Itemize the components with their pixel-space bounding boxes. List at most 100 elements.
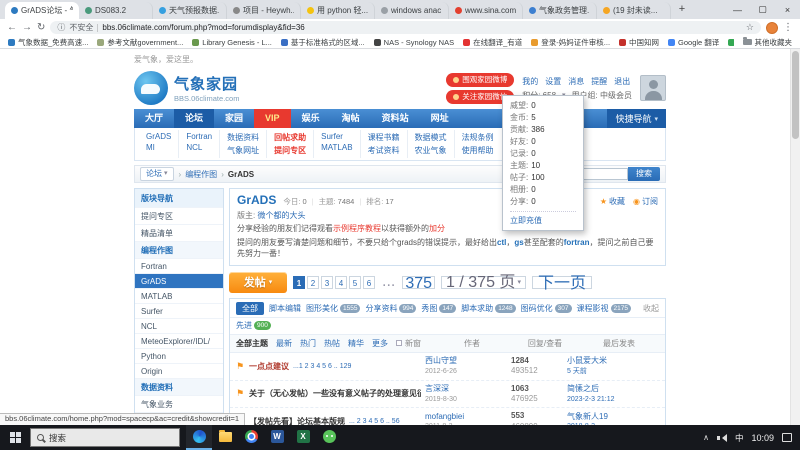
thread-author[interactable]: mofangbiei — [425, 412, 511, 422]
forward-icon[interactable]: → — [22, 23, 32, 33]
nav-item[interactable]: 大厅 — [134, 109, 174, 128]
minimize-button[interactable]: — — [725, 0, 750, 19]
column-header-lastpost[interactable]: 最后发表 — [573, 338, 665, 349]
subnav-link[interactable]: 提问专区 — [274, 145, 306, 156]
type-tab[interactable]: 脚本求助 1248 — [461, 303, 515, 314]
breadcrumb-link[interactable]: GrADS — [228, 170, 254, 179]
sidebar-item[interactable]: GrADS — [135, 274, 223, 289]
user-menu-link[interactable]: 我的 — [522, 76, 538, 87]
type-tab[interactable]: 秀图 147 — [421, 303, 456, 314]
nav-item[interactable]: 网址 — [420, 109, 460, 128]
site-logo[interactable] — [134, 71, 168, 105]
sidebar-item[interactable]: MeteoExplorer/IDL/ — [135, 334, 223, 349]
subnav-link[interactable]: Fortran — [186, 132, 212, 141]
bookmark-item[interactable]: Google卫星地图-谷... — [728, 37, 733, 48]
browser-tab[interactable]: 用 python 轻... — [301, 2, 375, 19]
subnav-link[interactable]: MATLAB — [321, 143, 352, 152]
quick-nav-button[interactable]: 快捷导航 ▾ — [607, 109, 666, 128]
thread-title[interactable]: 【发帖先看】论坛基本版规 — [249, 416, 345, 425]
bookmark-item[interactable]: 中国知网 — [619, 37, 659, 48]
page-number[interactable]: 4 — [335, 276, 347, 289]
last-post-time[interactable]: 2023-2-3 21:12 — [567, 395, 659, 404]
sidebar-item[interactable]: MATLAB — [135, 289, 223, 304]
subnav-link[interactable]: 考试资料 — [368, 145, 400, 156]
refresh-icon[interactable]: ↻ — [37, 23, 45, 33]
browser-menu-icon[interactable]: ⋮ — [783, 23, 793, 33]
bookmark-item[interactable]: NAS - Synology NAS — [374, 38, 454, 47]
taskbar-app-chrome[interactable] — [238, 425, 264, 450]
page-scrollbar[interactable] — [790, 49, 800, 425]
filter-link[interactable]: 最新 — [276, 338, 292, 349]
taskbar-clock[interactable]: 10:09 — [751, 433, 774, 443]
taskbar-app-explorer[interactable] — [212, 425, 238, 450]
nav-item[interactable]: 家园 — [214, 109, 254, 128]
bookmark-item[interactable]: Library Genesis - L... — [192, 38, 272, 47]
page-jump-box[interactable]: 1 / 375 页 ▾ — [441, 276, 526, 289]
nav-item[interactable]: 娱乐 — [291, 109, 331, 128]
maximize-button[interactable]: ▢ — [750, 0, 775, 19]
search-button[interactable]: 搜索 — [628, 167, 660, 181]
filter-link[interactable]: 更多 — [372, 338, 388, 349]
subnav-link[interactable]: MI — [146, 143, 171, 152]
filter-link[interactable]: 热门 — [300, 338, 316, 349]
bookmark-item[interactable]: 在线翻译_有道 — [463, 37, 522, 48]
new-tab-button[interactable]: + — [674, 2, 690, 18]
action-center-icon[interactable] — [782, 433, 792, 442]
site-info-icon[interactable]: ⓘ — [57, 22, 65, 33]
breadcrumb-link[interactable]: 编程作图 — [185, 169, 217, 180]
moderator-link[interactable]: 微个都的大头 — [257, 211, 305, 220]
browser-tab[interactable]: (19 封未读... — [597, 2, 671, 19]
browser-tab[interactable]: 项目 - Heywh... — [227, 2, 301, 19]
promo-badge[interactable]: 围观家园微博 — [446, 73, 514, 87]
browser-tab[interactable]: 天气预报数据... — [153, 2, 227, 19]
nav-item[interactable]: 资料站 — [371, 109, 420, 128]
filter-link[interactable]: 精华 — [348, 338, 364, 349]
thread-title[interactable]: 关于（无心发帖）一些没有意义帖子的处理意见征集 — [249, 388, 421, 399]
volume-icon[interactable] — [717, 434, 727, 442]
url-field[interactable]: ⓘ 不安全 bbs.06climate.com/forum.php?mod=fo… — [50, 21, 761, 34]
user-menu-link[interactable]: 消息 — [568, 76, 584, 87]
type-tab[interactable]: 图码优化 307 — [521, 303, 572, 314]
recharge-link[interactable]: 立即充值 — [510, 216, 542, 225]
page-number[interactable]: 2 — [307, 276, 319, 289]
sidebar-item[interactable]: 精品清单 — [135, 225, 223, 242]
browser-tab[interactable]: www.sina.com... — [449, 2, 523, 19]
user-menu-link[interactable]: 设置 — [545, 76, 561, 87]
subnav-link[interactable]: 课程书籍 — [368, 132, 400, 143]
sidebar-item[interactable]: 数据资料 — [135, 379, 223, 396]
taskbar-search-box[interactable]: 搜索 — [30, 428, 180, 447]
subnav-link[interactable]: 气象网址 — [227, 145, 259, 156]
filter-link[interactable]: 全部主题 — [236, 338, 268, 349]
nav-item[interactable]: 淘帖 — [331, 109, 371, 128]
bookmark-star-icon[interactable]: ☆ — [746, 22, 754, 33]
taskbar-app-edge[interactable] — [186, 425, 212, 450]
bookmark-item[interactable]: Google 翻译 — [668, 37, 719, 48]
close-button[interactable]: × — [775, 0, 800, 19]
last-post-time[interactable]: 5 天前 — [567, 367, 659, 376]
thread-page-links[interactable]: ... 2 3 4 5 6 .. 56 — [349, 418, 400, 425]
type-tab[interactable]: 课程影视 2175 — [577, 303, 631, 314]
bookmark-item[interactable]: 登录-妈妈证件审核... — [531, 37, 610, 48]
notice-link[interactable]: 示例程序教程 — [333, 224, 381, 233]
thread-row[interactable]: ⚑ 【发帖先看】论坛基本版规 ... 2 3 4 5 6 .. 56 mofan… — [230, 408, 665, 425]
last-poster[interactable]: 简愫之后 — [567, 384, 659, 394]
thread-title[interactable]: 一点点建议 — [249, 361, 289, 372]
bookmark-item[interactable]: 气象数据_免费高速... — [8, 37, 88, 48]
page-number[interactable]: 5 — [349, 276, 361, 289]
sidebar-item[interactable]: Fortran — [135, 259, 223, 274]
sidebar-item[interactable]: 编程作图 — [135, 242, 223, 259]
browser-profile-avatar[interactable] — [766, 22, 778, 34]
user-menu-link[interactable]: 退出 — [614, 76, 630, 87]
user-menu-link[interactable]: 提醒 — [591, 76, 607, 87]
forum-select-button[interactable]: 论坛 ▾ — [140, 167, 174, 181]
last-page-number[interactable]: 375 — [402, 276, 435, 289]
taskbar-app-wechat[interactable] — [316, 425, 342, 450]
start-button[interactable] — [0, 425, 30, 450]
browser-tab[interactable]: windows anac... — [375, 2, 449, 19]
subnav-link[interactable]: 法规条例 — [462, 132, 494, 143]
page-number[interactable]: 1 — [293, 276, 305, 289]
thread-author[interactable]: 言深深 — [425, 384, 511, 394]
type-tab[interactable]: 先进 900 — [236, 320, 271, 331]
subnav-link[interactable]: Surfer — [321, 132, 352, 141]
user-avatar[interactable] — [640, 75, 666, 101]
